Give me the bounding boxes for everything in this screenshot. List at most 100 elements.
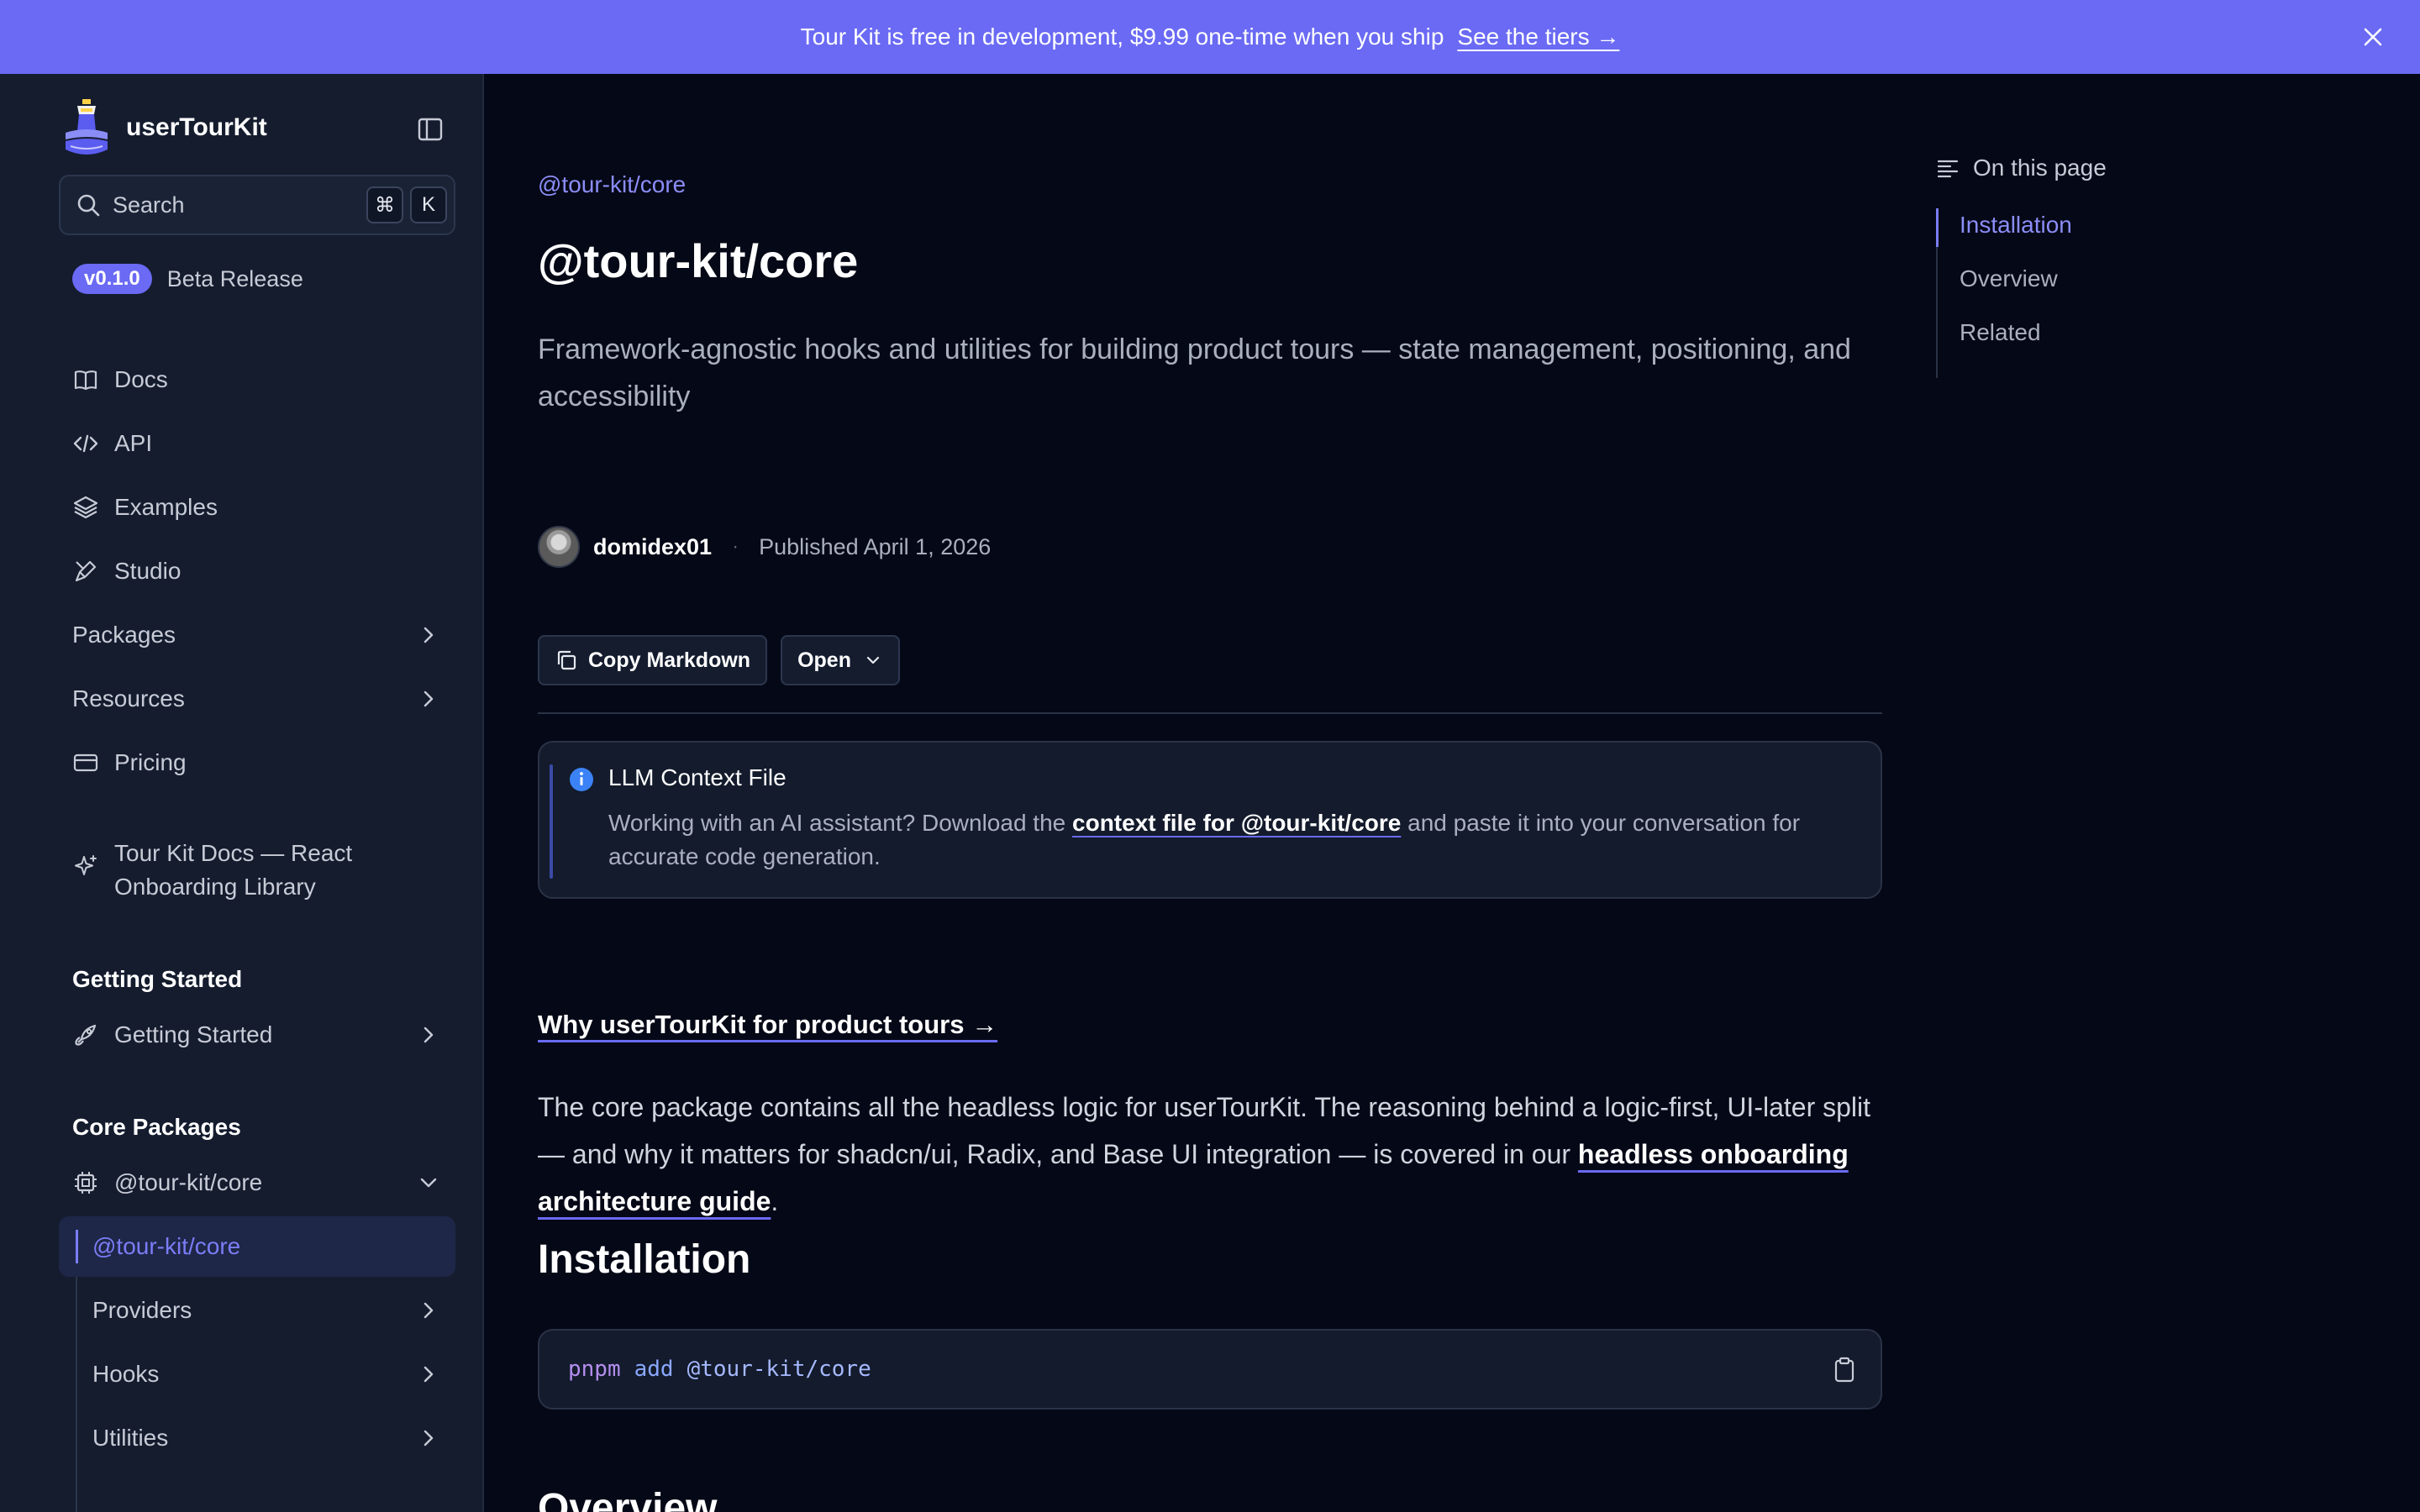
nav-examples-label: Examples xyxy=(114,494,218,520)
main-content: @tour-kit/core @tour-kit/core Framework-… xyxy=(538,74,1882,1512)
nav-resources-label: Resources xyxy=(72,685,185,711)
page-title: @tour-kit/core xyxy=(538,234,859,287)
shortcut-k-key: K xyxy=(410,186,447,223)
callout-title: LLM Context File xyxy=(608,764,786,790)
copy-markdown-button[interactable]: Copy Markdown xyxy=(538,635,768,685)
sub-item-providers-label: Providers xyxy=(92,1297,192,1323)
sub-item-providers[interactable]: Providers xyxy=(92,1285,442,1336)
search-placeholder: Search xyxy=(113,192,185,218)
toc-item-installation[interactable]: Installation xyxy=(1960,212,2072,239)
tour-kit-docs-label: Tour Kit Docs — React Onboarding Library xyxy=(114,840,353,900)
installation-heading: Installation xyxy=(538,1237,751,1282)
toc-active-indicator xyxy=(1936,208,1939,247)
nav-packages-label: Packages xyxy=(72,622,176,648)
brand-link[interactable]: userTourKit xyxy=(64,97,267,158)
chevron-right-icon xyxy=(424,690,434,707)
close-icon xyxy=(2364,28,2382,46)
sub-item-core-active[interactable]: @tour-kit/core xyxy=(59,1216,455,1277)
shortcut-command-key: ⌘ xyxy=(366,186,403,223)
brand-name: userTourKit xyxy=(126,113,267,141)
code-subcommand: add xyxy=(634,1357,674,1382)
search-icon xyxy=(77,194,100,217)
why-usertourkit-link[interactable]: Why userTourKit for product tours → xyxy=(538,1010,997,1040)
nav-docs-label: Docs xyxy=(114,366,168,392)
search-button[interactable]: Search ⌘ K xyxy=(59,175,455,235)
section-core-packages: Core Packages xyxy=(72,1114,241,1140)
book-icon xyxy=(72,366,99,393)
nav-pricing[interactable]: Pricing xyxy=(72,738,442,788)
llm-context-callout: LLM Context File Working with an AI assi… xyxy=(538,741,1882,899)
chevron-right-icon xyxy=(424,1430,434,1446)
sparkles-icon xyxy=(75,855,97,875)
intro-paragraph: The core package contains all the headle… xyxy=(538,1084,1882,1225)
nav-getting-started-label: Getting Started xyxy=(114,1021,273,1047)
open-dropdown-button[interactable]: Open xyxy=(781,635,900,685)
layers-icon xyxy=(72,494,99,521)
banner-message: Tour Kit is free in development, $9.99 o… xyxy=(800,24,1444,50)
chevron-down-icon xyxy=(420,1178,437,1188)
author-name[interactable]: domidex01 xyxy=(593,534,712,560)
section-getting-started: Getting Started xyxy=(72,966,243,992)
intro-text-end: . xyxy=(771,1186,779,1216)
sidebar-panel-icon xyxy=(418,118,443,141)
clipboard-copy-icon[interactable] xyxy=(1830,1356,1859,1384)
meta-separator: · xyxy=(732,535,739,558)
page-description: Framework-agnostic hooks and utilities f… xyxy=(538,333,1851,412)
code-icon xyxy=(72,430,99,457)
copy-icon xyxy=(557,650,576,670)
open-label: Open xyxy=(797,648,851,672)
nav-api-label: API xyxy=(114,430,153,456)
code-command: pnpm xyxy=(568,1357,621,1382)
code-package: @tour-kit/core xyxy=(687,1357,871,1382)
version-tag: v0.1.0 xyxy=(72,264,152,294)
close-banner-button[interactable] xyxy=(2356,20,2390,54)
sub-item-hooks-label: Hooks xyxy=(92,1361,160,1387)
divider xyxy=(538,712,1882,714)
published-date: Published April 1, 2026 xyxy=(759,533,992,559)
nav-core-package[interactable]: @tour-kit/core xyxy=(72,1158,442,1208)
toc-item-overview[interactable]: Overview xyxy=(1960,265,2058,292)
pen-tool-icon xyxy=(72,558,99,585)
text-align-left-icon xyxy=(1937,160,1959,178)
sub-item-hooks[interactable]: Hooks xyxy=(92,1349,442,1399)
breadcrumb-package-link[interactable]: @tour-kit/core xyxy=(538,171,686,198)
nav-examples[interactable]: Examples xyxy=(72,482,442,533)
tour-kit-docs-link[interactable]: Tour Kit Docs — React Onboarding Library xyxy=(72,837,442,904)
toc-title: On this page xyxy=(1973,155,2107,181)
collapse-sidebar-button[interactable] xyxy=(412,111,449,148)
credit-card-icon xyxy=(72,749,99,776)
sub-item-utilities-label: Utilities xyxy=(92,1425,169,1451)
toc-header: On this page xyxy=(1936,155,2107,181)
chevron-right-icon xyxy=(424,1302,434,1319)
callout-body-text: Working with an AI assistant? Download t… xyxy=(608,810,1073,836)
nav-pricing-label: Pricing xyxy=(114,749,187,775)
nav-studio-label: Studio xyxy=(114,558,182,584)
banner-see-tiers-link[interactable]: See the tiers → xyxy=(1457,24,1619,50)
nav-packages[interactable]: Packages xyxy=(72,610,442,660)
chevron-right-icon xyxy=(424,1026,434,1043)
cpu-chip-icon xyxy=(72,1169,99,1196)
version-label: Beta Release xyxy=(166,265,303,291)
context-file-link[interactable]: context file for @tour-kit/core xyxy=(1072,810,1401,836)
sub-item-utilities[interactable]: Utilities xyxy=(92,1413,442,1463)
overview-heading: Overview xyxy=(538,1486,718,1512)
install-code-block: pnpm add @tour-kit/core xyxy=(538,1329,1882,1410)
version-badge: v0.1.0 Beta Release xyxy=(72,264,303,294)
nav-getting-started[interactable]: Getting Started xyxy=(72,1010,442,1060)
callout-accent-bar xyxy=(550,764,553,879)
chevron-right-icon xyxy=(424,627,434,643)
info-icon xyxy=(570,768,593,791)
avatar[interactable] xyxy=(538,526,580,568)
toc-item-related[interactable]: Related xyxy=(1960,319,2041,346)
nav-docs[interactable]: Docs xyxy=(72,354,442,405)
chevron-right-icon xyxy=(424,1366,434,1383)
lighthouse-logo-icon xyxy=(66,99,108,155)
nav-resources[interactable]: Resources xyxy=(72,674,442,724)
chevron-down-icon xyxy=(866,656,880,664)
copy-markdown-label: Copy Markdown xyxy=(588,648,751,672)
nav-studio[interactable]: Studio xyxy=(72,546,442,596)
nav-api[interactable]: API xyxy=(72,418,442,469)
page-actions: Copy Markdown Open xyxy=(538,635,913,685)
rocket-icon xyxy=(72,1021,99,1048)
table-of-contents: On this page Installation Overview Relat… xyxy=(1936,74,2373,410)
